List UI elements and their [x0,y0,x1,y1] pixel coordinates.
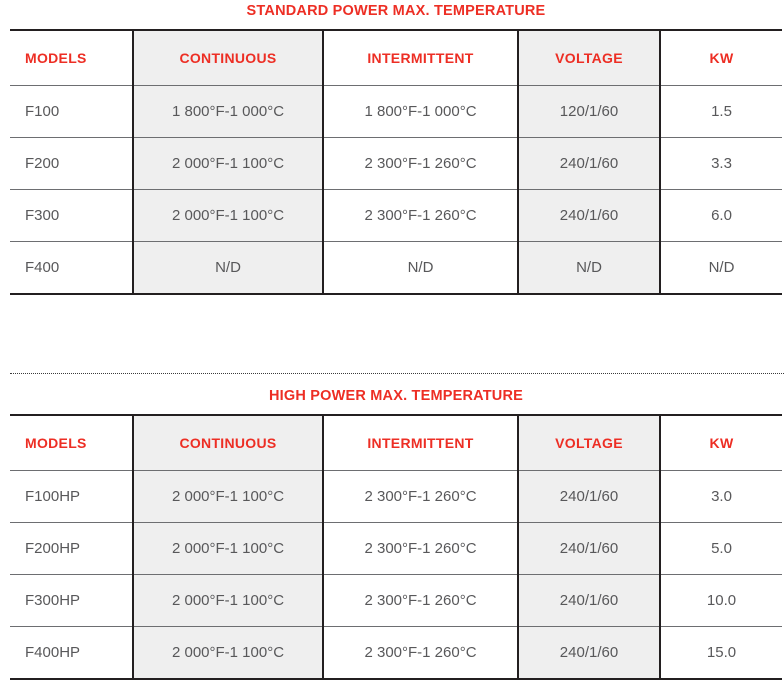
cell-intermittent: 2 300°F-1 260°C [322,137,519,190]
cell-intermittent: 2 300°F-1 260°C [322,470,519,523]
cell-model: F100 [10,85,134,138]
cell-kw: 6.0 [659,189,782,242]
spec-sheet-page: STANDARD POWER MAX. TEMPERATURE MODELS C… [0,0,784,693]
column-header-voltage: VOLTAGE [517,29,661,86]
high-power-title: HIGH POWER MAX. TEMPERATURE [268,388,524,404]
column-header-continuous: CONTINUOUS [132,29,324,86]
cell-voltage: 240/1/60 [517,522,661,575]
table-row: F100HP 2 000°F-1 100°C 2 300°F-1 260°C 2… [10,470,782,523]
cell-kw: 15.0 [659,626,782,680]
standard-power-title: STANDARD POWER MAX. TEMPERATURE [246,3,546,19]
cell-voltage: 240/1/60 [517,470,661,523]
cell-kw: N/D [659,241,782,295]
table-row: F200 2 000°F-1 100°C 2 300°F-1 260°C 240… [10,137,782,190]
cell-voltage: N/D [517,241,661,295]
cell-continuous: 1 800°F-1 000°C [132,85,324,138]
cell-voltage: 240/1/60 [517,626,661,680]
cell-continuous: 2 000°F-1 100°C [132,574,324,627]
cell-model: F100HP [10,470,134,523]
table-header-row: MODELS CONTINUOUS INTERMITTENT VOLTAGE K… [10,29,782,86]
cell-continuous: 2 000°F-1 100°C [132,470,324,523]
cell-continuous: 2 000°F-1 100°C [132,522,324,575]
cell-model: F300 [10,189,134,242]
table-row: F300HP 2 000°F-1 100°C 2 300°F-1 260°C 2… [10,574,782,627]
standard-power-table-block: STANDARD POWER MAX. TEMPERATURE MODELS C… [10,0,782,295]
column-header-voltage: VOLTAGE [517,414,661,471]
cell-model: F400 [10,241,134,295]
cell-continuous: N/D [132,241,324,295]
table-header-row: MODELS CONTINUOUS INTERMITTENT VOLTAGE K… [10,414,782,471]
high-power-table: MODELS CONTINUOUS INTERMITTENT VOLTAGE K… [10,414,782,680]
cell-intermittent: N/D [322,241,519,295]
section-divider [10,373,784,374]
cell-kw: 1.5 [659,85,782,138]
table-row: F100 1 800°F-1 000°C 1 800°F-1 000°C 120… [10,85,782,138]
cell-voltage: 120/1/60 [517,85,661,138]
cell-voltage: 240/1/60 [517,574,661,627]
cell-continuous: 2 000°F-1 100°C [132,626,324,680]
cell-kw: 5.0 [659,522,782,575]
cell-kw: 3.3 [659,137,782,190]
cell-intermittent: 2 300°F-1 260°C [322,626,519,680]
column-header-models: MODELS [10,414,134,471]
column-header-intermittent: INTERMITTENT [322,29,519,86]
cell-intermittent: 2 300°F-1 260°C [322,574,519,627]
cell-kw: 3.0 [659,470,782,523]
cell-voltage: 240/1/60 [517,137,661,190]
cell-intermittent: 2 300°F-1 260°C [322,522,519,575]
cell-model: F400HP [10,626,134,680]
high-power-table-block: HIGH POWER MAX. TEMPERATURE MODELS CONTI… [10,385,782,680]
cell-model: F200HP [10,522,134,575]
column-header-intermittent: INTERMITTENT [322,414,519,471]
table-row: F300 2 000°F-1 100°C 2 300°F-1 260°C 240… [10,189,782,242]
cell-intermittent: 2 300°F-1 260°C [322,189,519,242]
cell-intermittent: 1 800°F-1 000°C [322,85,519,138]
column-header-models: MODELS [10,29,134,86]
column-header-continuous: CONTINUOUS [132,414,324,471]
column-header-kw: KW [659,29,782,86]
cell-model: F200 [10,137,134,190]
standard-power-table: MODELS CONTINUOUS INTERMITTENT VOLTAGE K… [10,29,782,295]
cell-continuous: 2 000°F-1 100°C [132,189,324,242]
cell-voltage: 240/1/60 [517,189,661,242]
table-row: F200HP 2 000°F-1 100°C 2 300°F-1 260°C 2… [10,522,782,575]
table-row: F400 N/D N/D N/D N/D [10,241,782,295]
table-row: F400HP 2 000°F-1 100°C 2 300°F-1 260°C 2… [10,626,782,680]
cell-continuous: 2 000°F-1 100°C [132,137,324,190]
column-header-kw: KW [659,414,782,471]
cell-kw: 10.0 [659,574,782,627]
cell-model: F300HP [10,574,134,627]
